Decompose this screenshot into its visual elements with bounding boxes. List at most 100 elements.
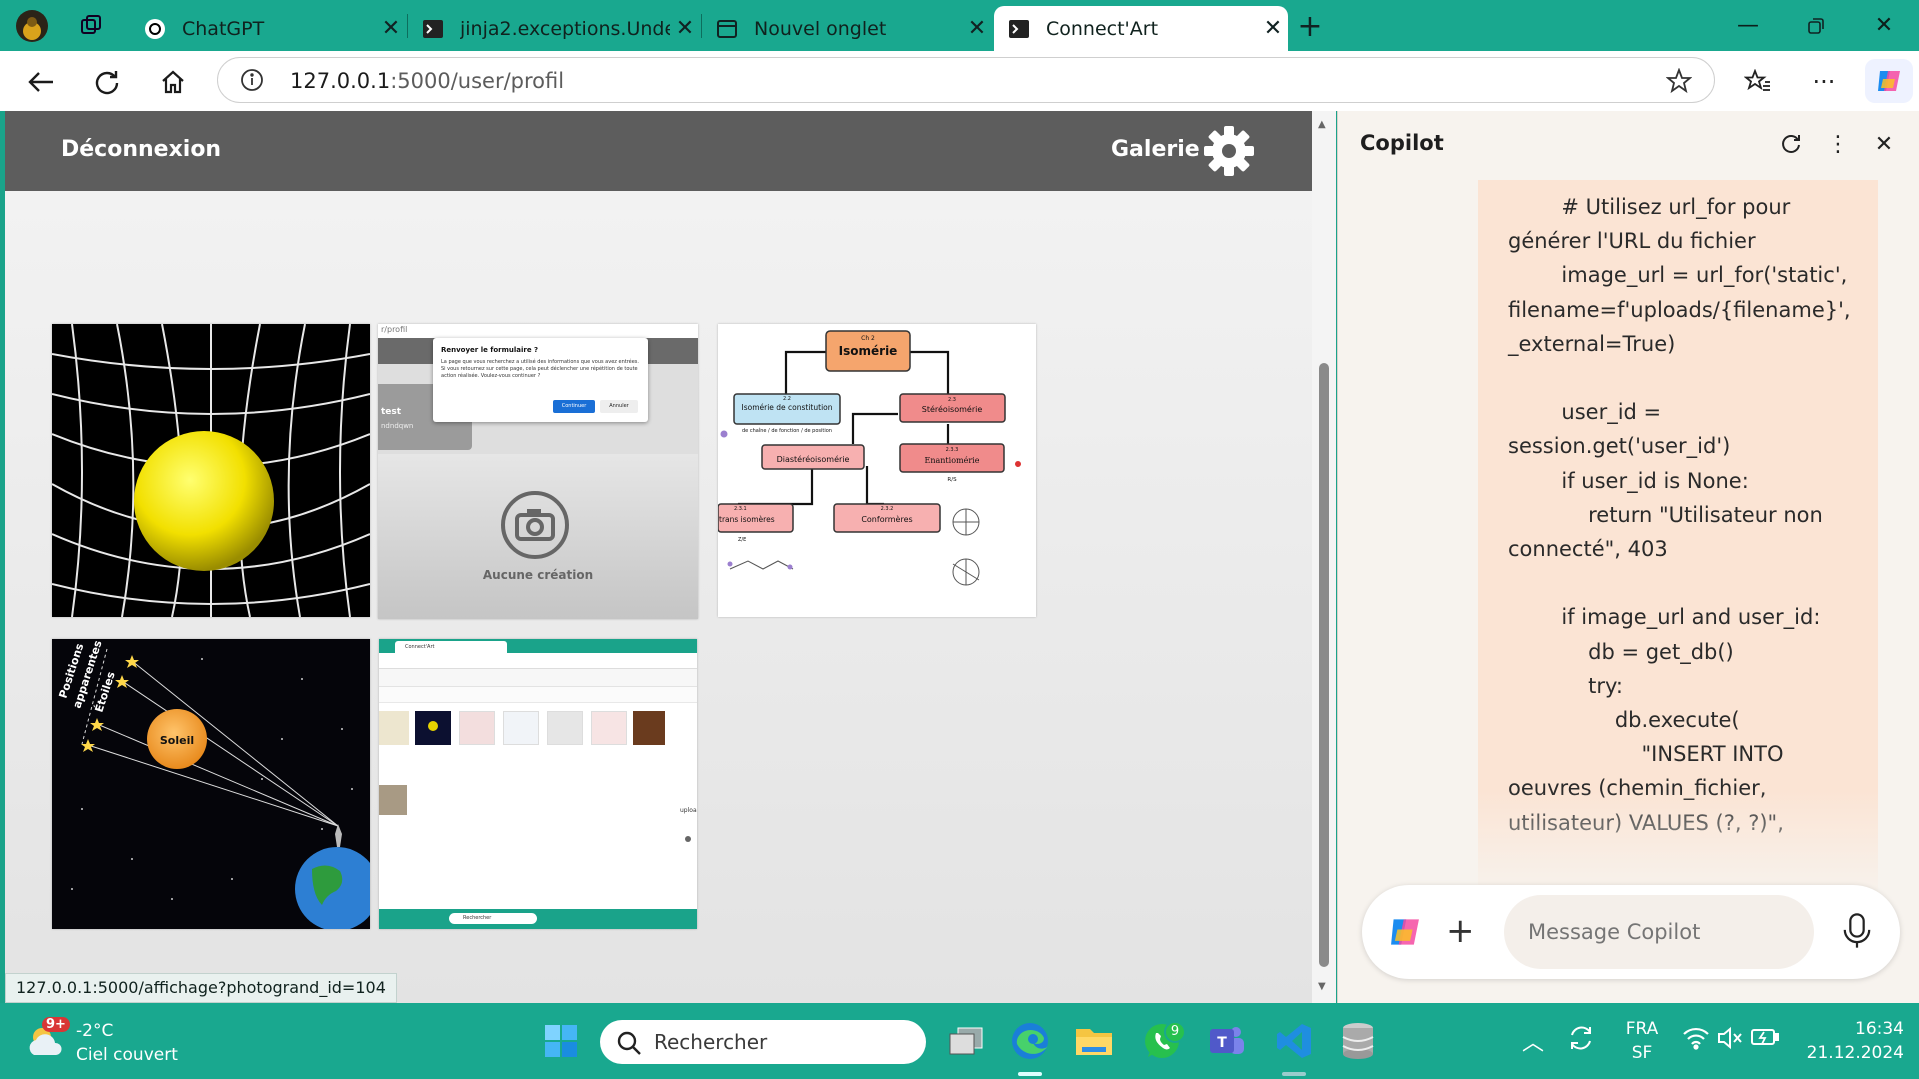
no-creation-text: Aucune création: [482, 568, 594, 582]
spacetime-sun-image: [52, 324, 370, 617]
home-button[interactable]: [152, 61, 194, 103]
profile-path-text: r/profil: [381, 325, 408, 334]
scrollbar-thumb[interactable]: [1319, 363, 1329, 967]
isomerism-diagram: Ch 2 Isomérie 2.2 Isomérie de constituti…: [718, 330, 1021, 586]
database-icon[interactable]: [1332, 1015, 1384, 1067]
copilot-code-text: # Utilisez url_for pour générer l'URL du…: [1508, 190, 1868, 840]
close-icon[interactable]: ✕: [1258, 16, 1288, 41]
copilot-message-bubble: # Utilisez url_for pour générer l'URL du…: [1478, 180, 1878, 900]
temperature: -2°C: [76, 1021, 114, 1041]
close-icon[interactable]: ✕: [962, 16, 992, 41]
windows-taskbar: 9+ -2°C Ciel couvert Rechercher 9 T ︿ FR…: [0, 1003, 1919, 1079]
battery-charging-icon[interactable]: [1750, 1026, 1780, 1052]
sync-icon[interactable]: [1566, 1023, 1596, 1057]
copilot-logo-icon[interactable]: [1386, 913, 1424, 955]
clock-date: 21.12.2024: [1806, 1043, 1904, 1063]
iso-ch: Ch 2: [861, 335, 875, 342]
iso-23: Stéréoisomérie: [922, 404, 983, 414]
site-info-icon[interactable]: [240, 68, 264, 96]
tab-strip: ChatGPT ✕ jinja2.exceptions.UndefinedErr…: [0, 0, 1919, 51]
favorite-star-icon[interactable]: [1665, 67, 1693, 98]
gallery-item-form-dialog[interactable]: r/profil test ndndqwn Renvoyer le formul…: [378, 324, 698, 619]
iso-22-sub: de chaîne / de fonction / de position: [742, 427, 832, 434]
restore-button[interactable]: [1782, 0, 1850, 51]
vscode-indicator: [1282, 1072, 1306, 1076]
windows-start-icon[interactable]: [535, 1015, 587, 1067]
back-button[interactable]: [20, 61, 62, 103]
tab-title: ChatGPT: [182, 17, 265, 40]
tab-connect-art[interactable]: Connect'Art ✕: [994, 6, 1288, 51]
iso-233-num: 2.3.3: [946, 447, 959, 453]
camera-icon: [501, 491, 569, 559]
tab-new-tab[interactable]: Nouvel onglet ✕: [702, 6, 992, 51]
gallery-item-spacetime[interactable]: [52, 324, 370, 617]
task-view-icon[interactable]: [940, 1015, 992, 1067]
iso-23-num: 2.3: [948, 397, 956, 403]
whatsapp-badge: 9: [1164, 1021, 1186, 1043]
wifi-icon[interactable]: [1682, 1025, 1710, 1055]
teams-icon[interactable]: T: [1200, 1015, 1252, 1067]
code-line: user_id = session.get('user_id'): [1508, 400, 1731, 459]
url-text: 127.0.0.1:5000/user/profil: [290, 69, 565, 93]
refresh-icon[interactable]: [1776, 129, 1806, 159]
copilot-panel: Copilot ⋮ ✕ # Utilisez url_for pour géné…: [1337, 111, 1919, 1003]
sun-label: Soleil: [160, 734, 194, 747]
bubble-fade: [1478, 790, 1878, 900]
chevron-up-icon[interactable]: ︿: [1522, 1025, 1544, 1057]
resubmit-dialog: Renvoyer le formulaire ? La page que vou…: [433, 338, 648, 422]
edge-active-indicator: [1018, 1072, 1042, 1076]
scroll-up-arrow-icon[interactable]: ▲: [1318, 119, 1326, 130]
logout-link[interactable]: Déconnexion: [61, 137, 221, 162]
code-line: if image_url and user_id:: [1508, 605, 1821, 630]
copilot-toggle-icon[interactable]: [1865, 59, 1913, 103]
more-options-icon[interactable]: ···: [1803, 61, 1845, 103]
refresh-button[interactable]: [86, 61, 128, 103]
new-tab-button[interactable]: +: [1292, 8, 1328, 44]
profile-avatar[interactable]: [14, 8, 50, 44]
gallery-item-explorer-screenshot[interactable]: Connect'Art uploa Rechercher: [379, 639, 697, 929]
shot-tab: Connect'Art: [395, 641, 507, 653]
gallery-item-isomerism[interactable]: Ch 2 Isomérie 2.2 Isomérie de constituti…: [718, 324, 1036, 617]
code-line: return "Utilisateur non connecté", 403: [1508, 502, 1830, 562]
close-window-button[interactable]: ✕: [1850, 0, 1918, 51]
page-scrollbar[interactable]: ▲ ▼: [1312, 111, 1336, 1003]
minimize-button[interactable]: —: [1714, 0, 1782, 51]
close-icon[interactable]: ✕: [376, 16, 406, 41]
scroll-down-arrow-icon[interactable]: ▼: [1318, 981, 1326, 992]
volume-muted-icon[interactable]: [1716, 1025, 1744, 1055]
copilot-message-input[interactable]: [1504, 895, 1814, 969]
workspaces-icon[interactable]: [74, 8, 110, 44]
favorites-icon[interactable]: [1737, 61, 1779, 103]
add-attachment-icon[interactable]: +: [1446, 911, 1475, 951]
tab-chatgpt[interactable]: ChatGPT ✕: [130, 6, 406, 51]
search-placeholder: Rechercher: [654, 1030, 768, 1054]
settings-gear-icon[interactable]: [1203, 125, 1255, 177]
vscode-icon[interactable]: [1268, 1015, 1320, 1067]
language-indicator[interactable]: FRA: [1620, 1019, 1664, 1039]
file-explorer-icon[interactable]: [1068, 1015, 1120, 1067]
clock-time[interactable]: 16:34: [1794, 1019, 1904, 1039]
iso-231-num: 2.3.1: [734, 506, 747, 512]
edge-browser-icon[interactable]: [1004, 1015, 1056, 1067]
shot-search: Rechercher: [449, 913, 537, 924]
close-icon[interactable]: ✕: [670, 16, 700, 41]
iso-232: Conformères: [861, 514, 912, 524]
tab-jinja-error[interactable]: jinja2.exceptions.UndefinedError: ✕: [408, 6, 700, 51]
code-line: image_url = url_for('static', filename=f…: [1508, 263, 1858, 356]
apparent-stars-image: Positions apparentes Étoiles Soleil: [52, 639, 370, 929]
close-copilot-icon[interactable]: ✕: [1869, 129, 1899, 159]
terminal-icon: [422, 18, 444, 40]
code-line: db = get_db(): [1508, 639, 1734, 664]
more-vertical-icon[interactable]: ⋮: [1823, 129, 1853, 159]
taskbar-search[interactable]: Rechercher: [600, 1020, 926, 1064]
address-bar[interactable]: 127.0.0.1:5000/user/profil: [217, 57, 1715, 103]
microphone-icon[interactable]: [1840, 911, 1874, 955]
copilot-composer: +: [1362, 885, 1900, 979]
browser-toolbar: 127.0.0.1:5000/user/profil ···: [0, 51, 1919, 111]
gallery-link[interactable]: Galerie: [1111, 137, 1200, 162]
new-tab-page-icon: [716, 18, 738, 40]
gallery-item-stars[interactable]: Positions apparentes Étoiles Soleil: [52, 639, 370, 929]
iso-233: Enantiomérie: [925, 456, 980, 465]
